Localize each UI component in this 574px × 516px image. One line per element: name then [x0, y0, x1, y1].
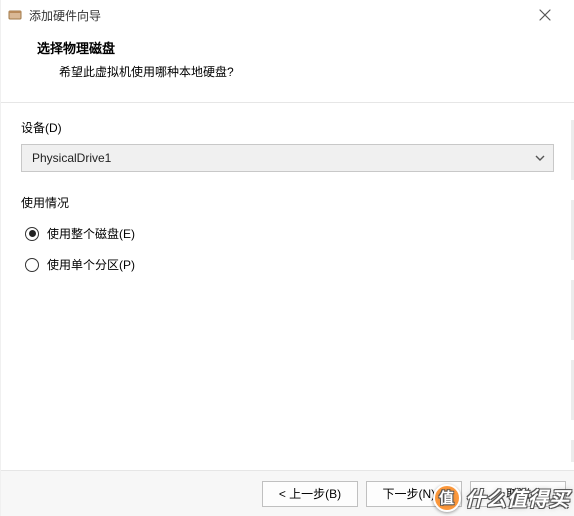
next-button[interactable]: 下一步(N) >: [366, 481, 462, 507]
close-icon: [539, 9, 551, 21]
device-select[interactable]: PhysicalDrive1: [21, 144, 554, 172]
wizard-header: 选择物理磁盘 希望此虚拟机使用哪种本地硬盘?: [1, 30, 574, 102]
usage-option-label: 使用单个分区(P): [47, 256, 135, 273]
wizard-window: 添加硬件向导 选择物理磁盘 希望此虚拟机使用哪种本地硬盘? 设备(D) Phys…: [0, 0, 574, 516]
radio-icon: [25, 227, 39, 241]
app-icon: [7, 7, 23, 23]
window-title: 添加硬件向导: [29, 7, 101, 24]
usage-label: 使用情况: [21, 194, 554, 211]
wizard-body: 设备(D) PhysicalDrive1 使用情况 使用整个磁盘(E) 使用单个…: [1, 103, 574, 470]
usage-option-label: 使用整个磁盘(E): [47, 225, 135, 242]
titlebar: 添加硬件向导: [1, 0, 574, 30]
cancel-button[interactable]: 取消: [470, 481, 566, 507]
close-button[interactable]: [522, 0, 568, 30]
radio-icon: [25, 258, 39, 272]
page-subtitle: 希望此虚拟机使用哪种本地硬盘?: [37, 63, 554, 80]
back-button[interactable]: < 上一步(B): [262, 481, 358, 507]
chevron-down-icon: [532, 150, 548, 166]
page-title: 选择物理磁盘: [37, 38, 554, 57]
usage-option-single-partition[interactable]: 使用单个分区(P): [21, 256, 554, 273]
device-select-value: PhysicalDrive1: [21, 144, 554, 172]
usage-option-entire-disk[interactable]: 使用整个磁盘(E): [21, 225, 554, 242]
wizard-footer: < 上一步(B) 下一步(N) > 取消: [1, 470, 574, 516]
titlebar-left: 添加硬件向导: [7, 7, 101, 24]
device-label: 设备(D): [21, 119, 554, 136]
